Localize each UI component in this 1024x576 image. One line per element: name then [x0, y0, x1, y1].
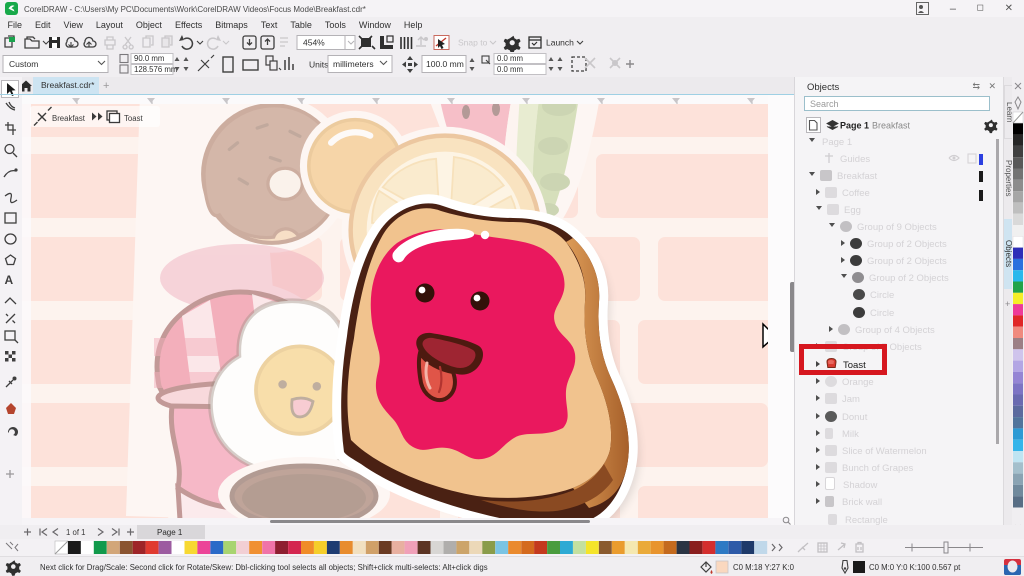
svg-text:C0 M:18 Y:27 K:0: C0 M:18 Y:27 K:0 [733, 563, 795, 572]
svg-text:Page 1: Page 1 [157, 528, 183, 537]
svg-text:Breakfast: Breakfast [52, 114, 86, 123]
svg-text:Page 1: Page 1 [840, 121, 869, 131]
svg-text:C0 M:0 Y:0 K:100 0.567 pt: C0 M:0 Y:0 K:100 0.567 pt [869, 563, 961, 572]
svg-text:A: A [5, 273, 14, 287]
svg-text:Breakfast: Breakfast [872, 121, 911, 131]
svg-text:90.0 mm: 90.0 mm [134, 54, 164, 63]
svg-text:Launch: Launch [546, 38, 574, 48]
svg-text:128.576 mm: 128.576 mm [134, 65, 177, 74]
svg-text:millimeters: millimeters [333, 59, 374, 69]
svg-text:Units:: Units: [309, 60, 331, 70]
svg-text:Next click for Drag/Scale: Sec: Next click for Drag/Scale: Second click … [40, 563, 488, 572]
svg-text:0.0 mm: 0.0 mm [497, 65, 523, 74]
svg-text:454%: 454% [303, 38, 325, 48]
svg-text:Toast: Toast [124, 114, 143, 123]
svg-text:1 of 1: 1 of 1 [66, 528, 86, 537]
svg-text:Custom: Custom [9, 59, 38, 69]
svg-text:0.0 mm: 0.0 mm [497, 54, 523, 63]
svg-text:100.0 mm: 100.0 mm [426, 59, 464, 69]
svg-text:Snap to: Snap to [458, 38, 488, 48]
